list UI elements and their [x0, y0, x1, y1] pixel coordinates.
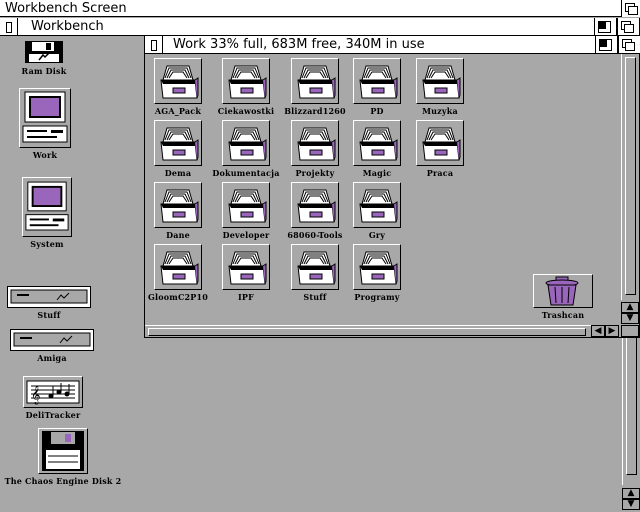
work-scroll-down-arrow[interactable]: ▼	[621, 313, 639, 324]
screen-title-bar[interactable]: Workbench Screen	[0, 0, 640, 17]
filing-drawer-icon	[353, 244, 401, 290]
screen-depth-gadget[interactable]	[621, 0, 640, 17]
filing-drawer-icon	[291, 182, 339, 228]
filing-drawer-icon	[222, 182, 270, 228]
work-scroll-right-arrow[interactable]: ▶	[605, 325, 619, 337]
drawer-icon[interactable]: Projekty	[291, 120, 339, 178]
work-zoom-gadget[interactable]	[595, 36, 618, 53]
drawer-icon[interactable]: Developer	[222, 182, 270, 240]
work-vertical-scrollbar[interactable]	[621, 54, 639, 300]
workbench-zoom-gadget[interactable]	[594, 18, 617, 35]
ram-disk-label: Ram Disk	[21, 66, 67, 76]
drawer-label: Muzyka	[422, 106, 458, 116]
work-scroll-left-arrow[interactable]: ◀	[591, 325, 605, 337]
delitracker-icon[interactable]: 𝄞 DeliTracker	[23, 376, 83, 420]
filing-drawer-icon	[154, 120, 202, 166]
drawer-label: Programy	[354, 292, 400, 302]
workbench-scroll-up-arrow[interactable]: ▲	[622, 488, 640, 499]
chaos-engine-disk-icon[interactable]: The Chaos Engine Disk 2	[5, 428, 121, 486]
drawer-icon[interactable]: Gry	[353, 182, 401, 240]
workbench-depth-gadget[interactable]	[617, 18, 640, 35]
filing-drawer-icon	[416, 120, 464, 166]
amiga-volume-icon[interactable]: Amiga	[10, 329, 94, 363]
drawer-icon[interactable]: Dema	[154, 120, 202, 178]
filing-drawer-icon	[154, 182, 202, 228]
trashcan-label: Trashcan	[541, 310, 585, 320]
drawer-icon[interactable]: Stuff	[291, 244, 339, 302]
filing-drawer-icon	[154, 58, 202, 104]
filing-drawer-icon	[154, 244, 202, 290]
work-icon-area: Trashcan AGA_Pack Ciekawostki Blizzard1260…	[145, 54, 621, 326]
work-title-bar[interactable]: Work 33% full, 683M free, 340M in use	[145, 36, 640, 54]
chaos-engine-disk-label: The Chaos Engine Disk 2	[4, 476, 122, 486]
system-volume-label: System	[30, 239, 64, 249]
drawer-icon[interactable]: Muzyka	[416, 58, 464, 116]
work-scroll-up-arrow[interactable]: ▲	[621, 302, 639, 313]
filing-drawer-icon	[353, 182, 401, 228]
drawer-icon[interactable]: IPF	[222, 244, 270, 302]
work-volume-label: Work	[32, 150, 58, 160]
work-close-gadget[interactable]	[145, 36, 163, 53]
system-volume-icon[interactable]: System	[22, 177, 72, 249]
drawer-icon[interactable]: PD	[353, 58, 401, 116]
filing-drawer-icon	[222, 120, 270, 166]
drawer-label: Gry	[368, 230, 386, 240]
drawer-icon[interactable]: AGA_Pack	[154, 58, 202, 116]
work-depth-gadget[interactable]	[618, 36, 640, 53]
work-vscroll-knob[interactable]	[625, 57, 636, 295]
svg-text:𝄞: 𝄞	[31, 385, 40, 405]
amiga-volume-label: Amiga	[37, 353, 67, 363]
delitracker-label: DeliTracker	[25, 410, 81, 420]
workbench-close-gadget[interactable]	[0, 18, 18, 35]
work-horizontal-scrollbar[interactable]	[145, 325, 591, 337]
ram-disk-icon[interactable]: Ram Disk	[22, 40, 66, 76]
filing-drawer-icon	[222, 244, 270, 290]
screen-title: Workbench Screen	[5, 1, 127, 16]
drawer-icon[interactable]: Praca	[416, 120, 464, 178]
stuff-volume-label: Stuff	[37, 310, 61, 320]
filing-drawer-icon	[416, 58, 464, 104]
filing-drawer-icon	[291, 244, 339, 290]
filing-drawer-icon	[353, 120, 401, 166]
filing-drawer-icon	[222, 58, 270, 104]
drawer-icon[interactable]: GloomC2P10	[148, 244, 208, 302]
drawer-icon[interactable]: Magic	[353, 120, 401, 178]
drawer-icon[interactable]: Dokumentacja	[212, 120, 279, 178]
drawer-icon[interactable]: Dane	[154, 182, 202, 240]
trashcan-icon[interactable]: Trashcan	[533, 274, 593, 320]
filing-drawer-icon	[353, 58, 401, 104]
drawer-icon[interactable]: Ciekawostki	[218, 58, 274, 116]
workbench-title-bar[interactable]: Workbench	[0, 18, 640, 36]
filing-drawer-icon	[291, 120, 339, 166]
drawer-icon[interactable]: Blizzard1260	[284, 58, 346, 116]
work-hscroll-knob[interactable]	[148, 328, 586, 336]
stuff-volume-icon[interactable]: Stuff	[7, 286, 91, 320]
drawer-icon[interactable]: 68060-Tools	[287, 182, 342, 240]
filing-drawer-icon	[291, 58, 339, 104]
work-title: Work 33% full, 683M free, 340M in use	[173, 37, 425, 52]
drawer-label: Praca	[426, 168, 454, 178]
work-size-gadget[interactable]	[621, 325, 639, 337]
work-volume-icon[interactable]: Work	[19, 88, 71, 160]
drawer-icon[interactable]: Programy	[353, 244, 401, 302]
workbench-scroll-down-arrow[interactable]: ▼	[622, 499, 640, 510]
workbench-title: Workbench	[31, 19, 104, 34]
work-window: Work 33% full, 683M free, 340M in use Tr…	[144, 36, 640, 338]
